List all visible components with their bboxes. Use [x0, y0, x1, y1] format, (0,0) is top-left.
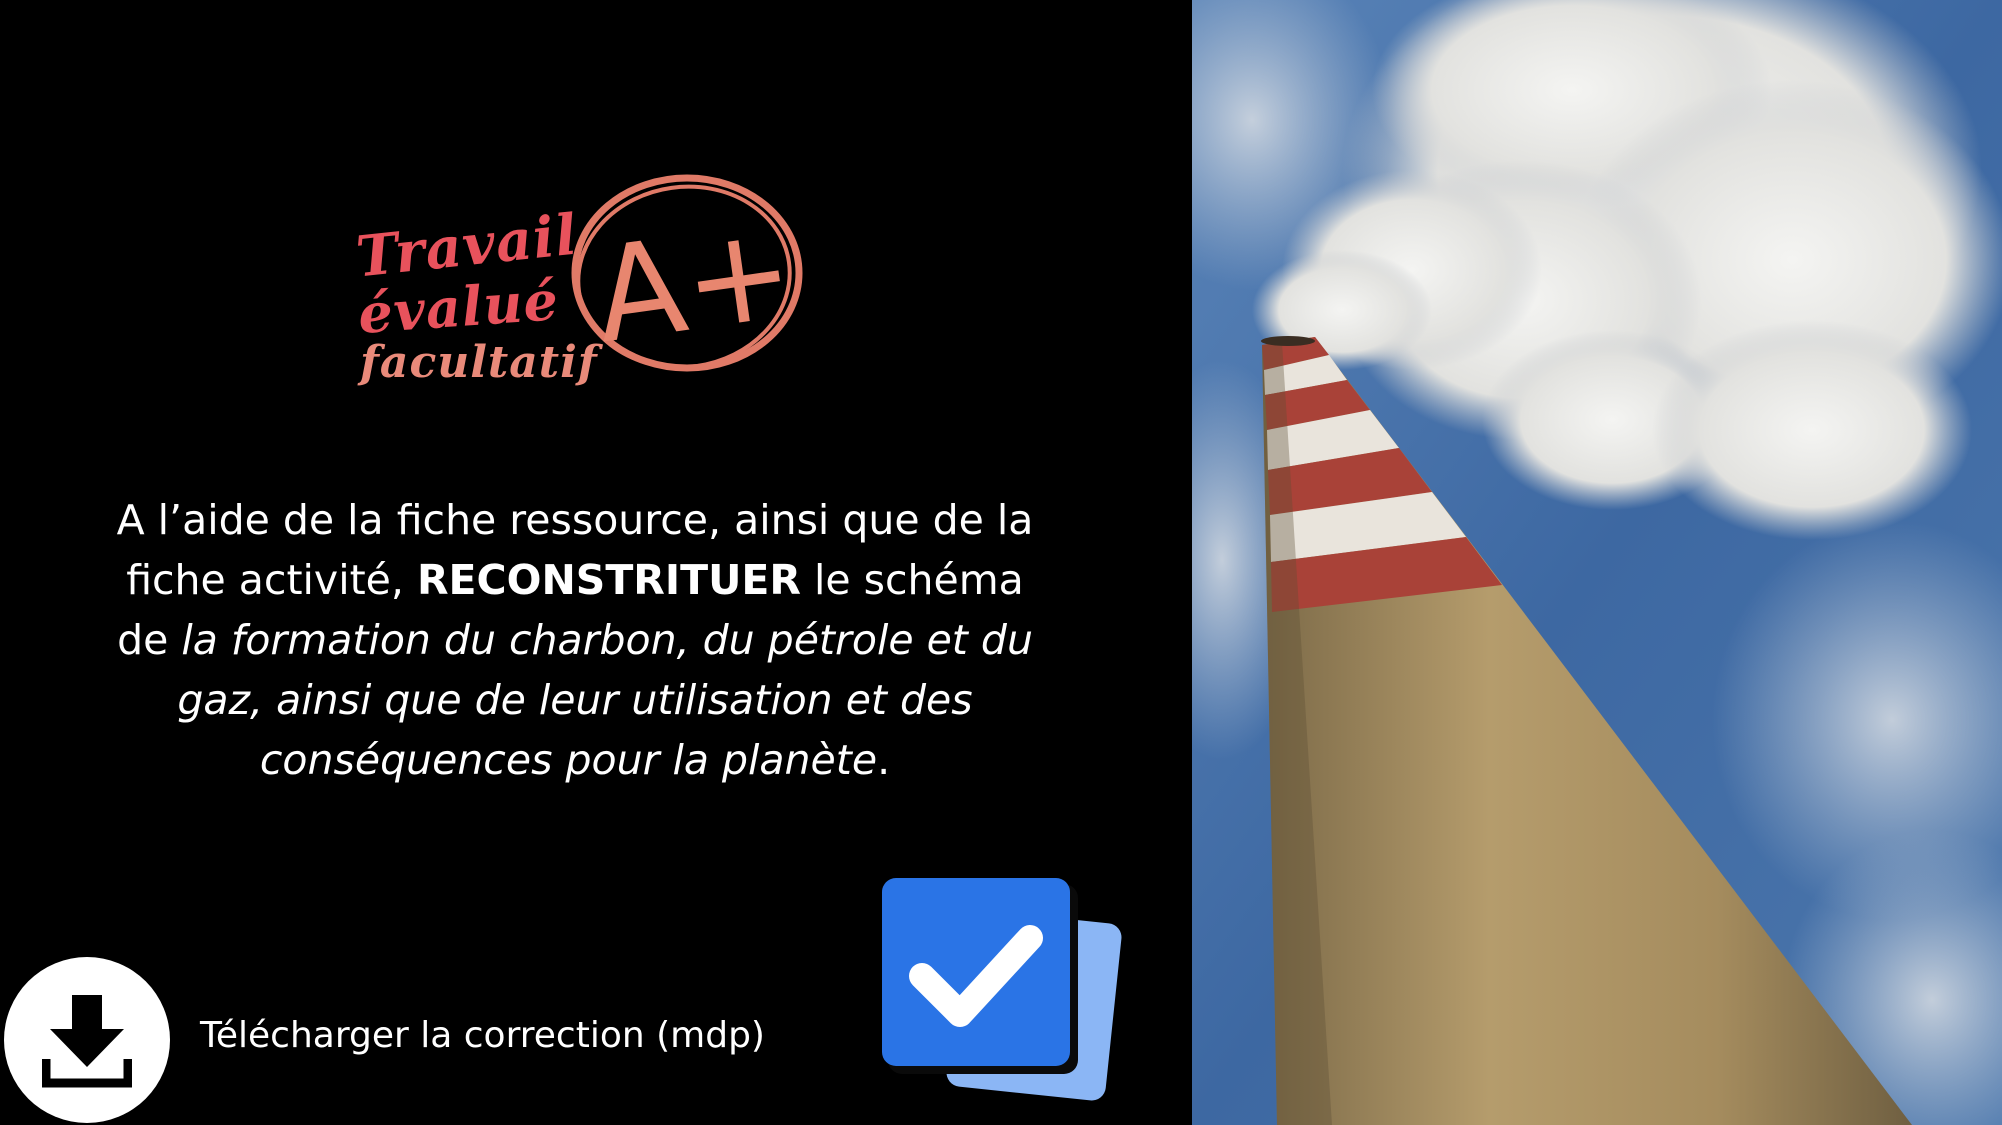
chimney-smoke-photo — [1192, 0, 2002, 1125]
slide-left-panel: Travail évalué facultatif A+ A l’aide de… — [0, 0, 1192, 1125]
download-correction-link[interactable]: Télécharger la correction (mdp) — [200, 1015, 765, 1056]
download-button[interactable] — [4, 957, 170, 1123]
instruction-emphasis: RECONSTRITUER — [416, 556, 801, 604]
grade-circle-icon: A+ — [571, 174, 803, 372]
graded-work-badge: Travail évalué facultatif A+ — [340, 165, 820, 405]
checkbox-check-icon[interactable] — [878, 876, 1123, 1106]
badge-line-2: évalué — [356, 268, 561, 346]
download-icon — [42, 995, 132, 1088]
instruction-text: A l’aide de la fiche ressource, ainsi qu… — [110, 490, 1040, 790]
chimney-illustration — [1192, 0, 2002, 1125]
grade-text: A+ — [586, 194, 803, 372]
instruction-end: . — [877, 736, 891, 784]
instruction-italic: la formation du charbon, du pétrole et d… — [177, 616, 1033, 784]
